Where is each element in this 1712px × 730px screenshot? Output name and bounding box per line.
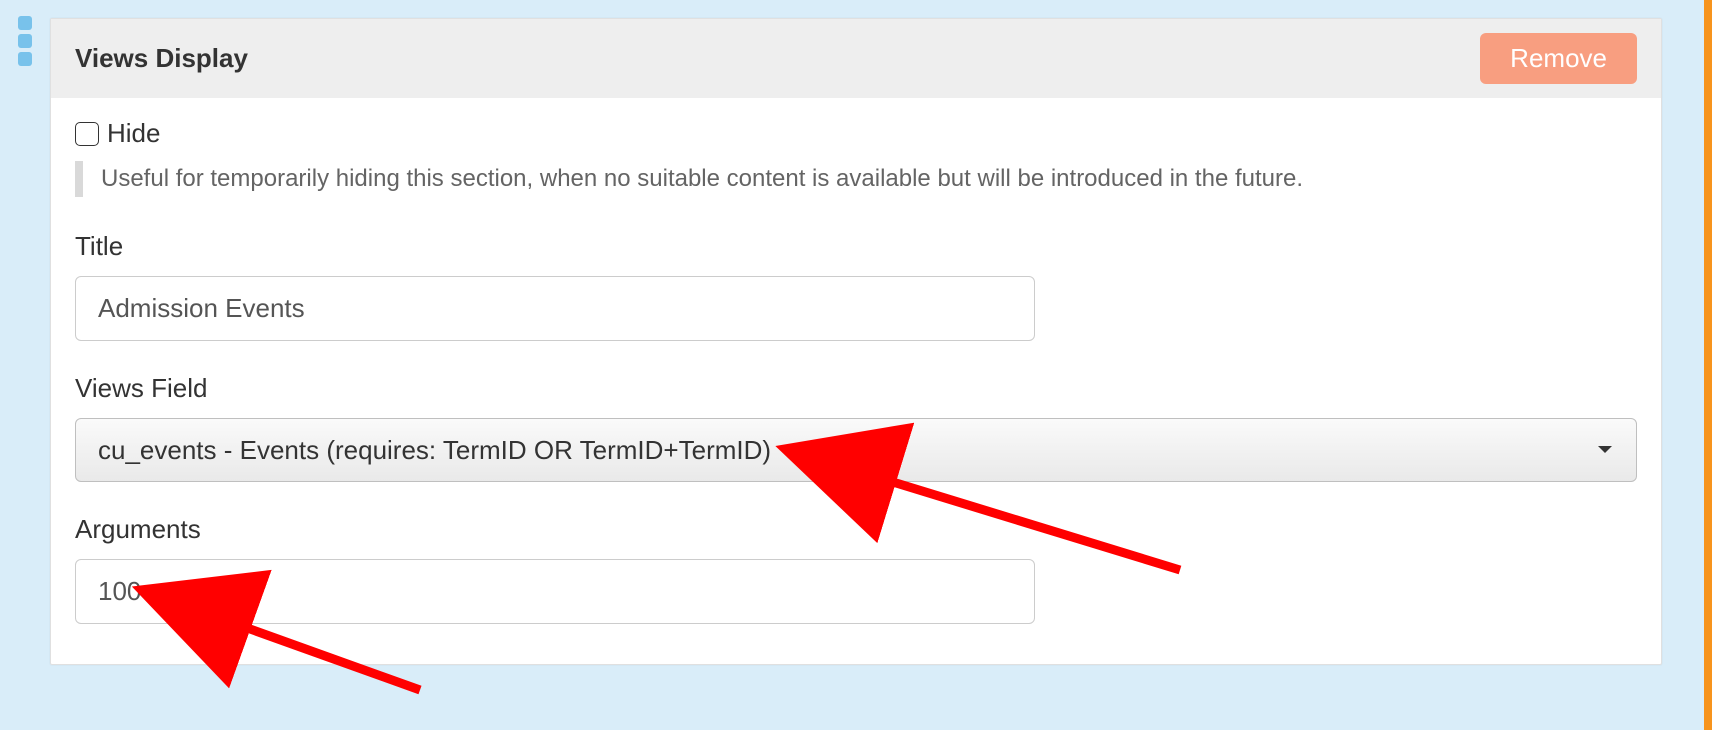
hide-label: Hide	[107, 118, 160, 149]
arguments-label: Arguments	[75, 514, 1637, 545]
arguments-input[interactable]	[75, 559, 1035, 624]
right-edge-strip	[1704, 0, 1712, 730]
views-field-select[interactable]: cu_events - Events (requires: TermID OR …	[75, 418, 1637, 482]
hide-hint: Useful for temporarily hiding this secti…	[75, 161, 1637, 197]
panel-header: Views Display Remove	[51, 19, 1661, 98]
title-input[interactable]	[75, 276, 1035, 341]
views-field-label: Views Field	[75, 373, 1637, 404]
remove-button[interactable]: Remove	[1480, 33, 1637, 84]
panel-title: Views Display	[75, 43, 248, 74]
views-display-panel: Views Display Remove Hide Useful for tem…	[50, 18, 1662, 665]
title-label: Title	[75, 231, 1637, 262]
hide-checkbox[interactable]	[75, 122, 99, 146]
